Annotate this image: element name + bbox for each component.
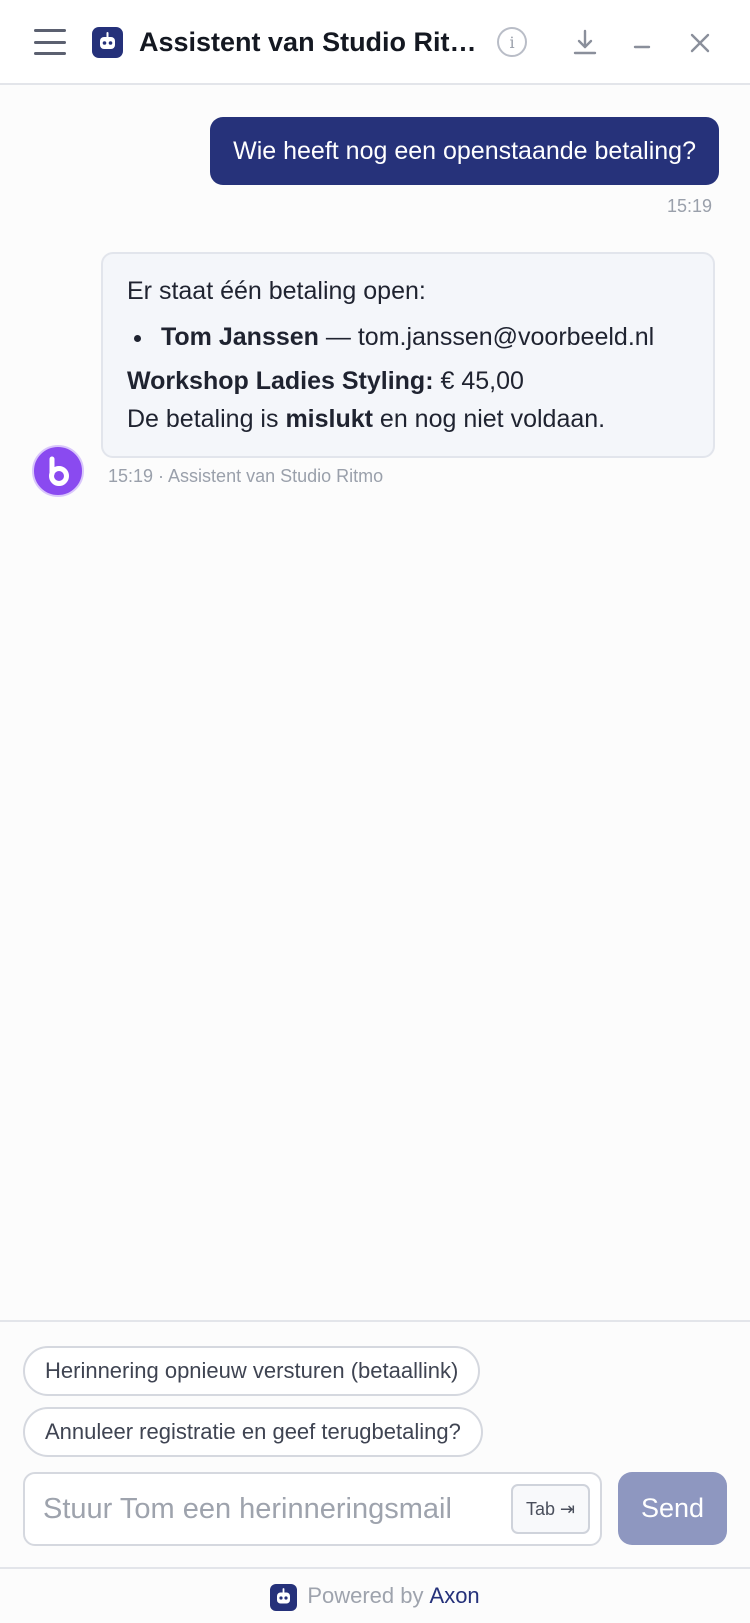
message-input[interactable] <box>43 1484 503 1534</box>
message-input-box: Tab ⇥ <box>23 1472 602 1546</box>
status-suffix: en nog niet voldaan. <box>372 405 606 433</box>
info-icon[interactable]: i <box>497 27 527 57</box>
download-icon[interactable] <box>568 26 602 60</box>
user-message-bubble: Wie heeft nog een openstaande betaling? <box>210 117 719 185</box>
open-payment-item: Tom Janssen — tom.janssen@voorbeeld.nl <box>127 318 691 356</box>
product-line: Workshop Ladies Styling: € 45,00 <box>127 362 691 400</box>
chat-header: Assistent van Studio Rit… i <box>0 0 750 85</box>
chat-title: Assistent van Studio Rit… <box>139 27 477 57</box>
product-amount: € 45,00 <box>433 367 524 395</box>
axon-brand-link[interactable]: Axon <box>430 1583 480 1609</box>
bot-message-meta: 15:19 · Assistent van Studio Ritmo <box>108 466 384 486</box>
payment-status-line: De betaling is mislukt en nog niet volda… <box>127 400 691 438</box>
close-icon[interactable] <box>683 26 717 60</box>
chat-widget: Assistent van Studio Rit… i Wie heeft no… <box>0 0 750 1623</box>
powered-by-footer: Powered by Axon <box>0 1567 750 1623</box>
suggestion-chip[interactable]: Annuleer registratie en geef terugbetali… <box>23 1407 483 1457</box>
robot-logo-icon <box>92 27 123 58</box>
user-message-time: 15:19 <box>666 196 712 216</box>
tab-autocomplete-hint[interactable]: Tab ⇥ <box>511 1484 590 1534</box>
status-prefix: De betaling is <box>127 405 286 433</box>
powered-by-label: Powered by <box>307 1583 424 1608</box>
open-payment-list: Tom Janssen — tom.janssen@voorbeeld.nl <box>127 318 691 356</box>
payer-email: tom.janssen@voorbeeld.nl <box>357 323 655 351</box>
axon-logo-icon <box>270 1583 298 1611</box>
bot-avatar <box>32 445 84 497</box>
bot-message-intro: Er staat één betaling open: <box>127 277 426 305</box>
bot-message-bubble: Er staat één betaling open: Tom Janssen … <box>101 252 715 458</box>
composer-area: Herinnering opnieuw versturen (betaallin… <box>0 1320 750 1567</box>
minimize-icon[interactable] <box>625 26 659 60</box>
send-button[interactable]: Send <box>618 1472 727 1545</box>
product-label: Workshop Ladies Styling: <box>127 367 434 395</box>
hamburger-menu-icon[interactable] <box>34 29 66 55</box>
payer-name: Tom Janssen <box>161 323 319 351</box>
status-value: mislukt <box>285 405 373 433</box>
payer-separator: — <box>318 323 358 351</box>
suggestion-chip[interactable]: Herinnering opnieuw versturen (betaallin… <box>23 1346 481 1396</box>
